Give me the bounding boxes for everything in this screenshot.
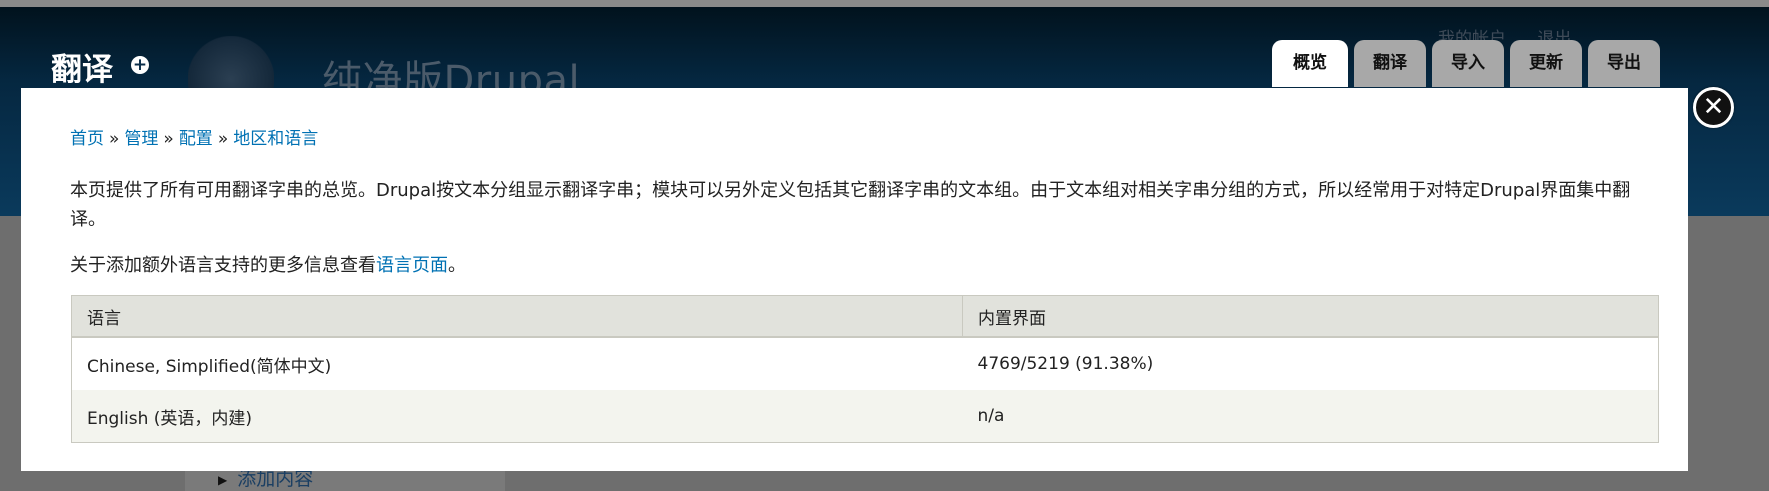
table-cell-language: Chinese, Simplified(简体中文) xyxy=(71,337,963,390)
tab-overview[interactable]: 概览 xyxy=(1272,40,1348,87)
table-header-language: 语言 xyxy=(71,295,963,338)
tab-import[interactable]: 导入 xyxy=(1432,40,1504,87)
top-strip xyxy=(0,0,1769,7)
tab-translate[interactable]: 翻译 xyxy=(1354,40,1426,87)
translation-overview-table: 语言 内置界面 Chinese, Simplified(简体中文) 4769/5… xyxy=(71,295,1659,443)
breadcrumb: 首页» 管理» 配置» 地区和语言 xyxy=(70,124,318,149)
table-cell-progress: 4769/5219 (91.38%) xyxy=(962,337,1659,390)
triangle-right-icon: ▶ xyxy=(218,472,228,487)
overlay-content: 首页» 管理» 配置» 地区和语言 本页提供了所有可用翻译字串的总览。Drupal按文… xyxy=(21,88,1688,471)
table-cell-language: English (英语，内建) xyxy=(71,390,963,443)
languages-page-link[interactable]: 语言页面 xyxy=(376,255,448,276)
page-title: 翻译 xyxy=(51,52,113,88)
table-cell-progress: n/a xyxy=(962,390,1659,443)
tab-export[interactable]: 导出 xyxy=(1588,40,1660,87)
breadcrumb-separator: » xyxy=(109,129,120,149)
table-row: English (英语，内建) n/a xyxy=(71,390,1659,443)
more-info-text: 关于添加额外语言支持的更多信息查看语言页面。 xyxy=(70,255,466,276)
help-description: 本页提供了所有可用翻译字串的总览。Drupal按文本分组显示翻译字串；模块可以另… xyxy=(70,180,1631,230)
table-header-builtin: 内置界面 xyxy=(962,295,1659,338)
breadcrumb-home[interactable]: 首页 xyxy=(70,129,104,149)
close-overlay-icon[interactable]: ✕ xyxy=(1693,87,1734,128)
add-shortcut-icon[interactable]: + xyxy=(131,56,149,74)
breadcrumb-config[interactable]: 配置 xyxy=(179,129,213,149)
primary-tabs: 概览 翻译 导入 更新 导出 xyxy=(1272,40,1660,87)
tab-update[interactable]: 更新 xyxy=(1510,40,1582,87)
breadcrumb-separator: » xyxy=(163,129,174,149)
breadcrumb-regional[interactable]: 地区和语言 xyxy=(233,129,318,149)
breadcrumb-separator: » xyxy=(217,129,229,149)
table-row: Chinese, Simplified(简体中文) 4769/5219 (91.… xyxy=(71,337,1659,390)
breadcrumb-admin[interactable]: 管理 xyxy=(124,129,158,149)
